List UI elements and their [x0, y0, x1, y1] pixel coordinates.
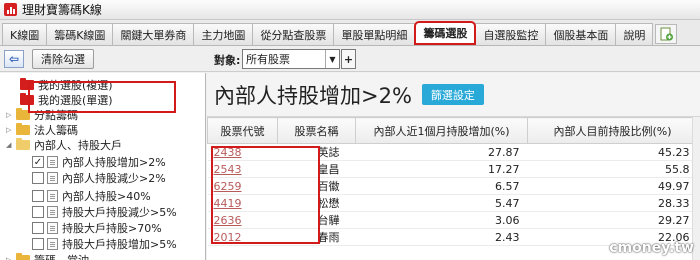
tree-item-label: 法人籌碼 [34, 124, 78, 137]
folder-icon [16, 123, 30, 135]
document-icon [47, 238, 58, 250]
tree-item-label: 持股大戶持股>70% [62, 222, 162, 235]
tree-item-insider-increase[interactable]: ✓ 內部人持股增加>2% [32, 155, 166, 169]
tree-item-big-holder-over-70[interactable]: 持股大戶持股>70% [32, 221, 162, 235]
insider-increase-value: 3.06 [355, 211, 528, 229]
insider-increase-value: 6.57 [355, 177, 528, 195]
folder-icon [16, 253, 30, 260]
checkbox[interactable] [32, 222, 44, 234]
insider-increase-value: 2.43 [355, 228, 528, 246]
tree-item-big-holder-increase[interactable]: 持股大戶持股增加>5% [32, 237, 177, 251]
tree-item-label: 籌碼、當沖 [34, 252, 89, 260]
tree-item-label: 持股大戶持股減少>5% [62, 206, 177, 219]
vertical-scrollbar[interactable] [692, 117, 700, 260]
tab-chip-screening[interactable]: 籌碼選股 [414, 21, 477, 45]
checkbox[interactable] [32, 172, 44, 184]
open-folder-icon [16, 138, 30, 150]
tree-item-label: 內部人持股減少>2% [62, 172, 166, 185]
tab-branch-stocks[interactable]: 從分點查股票 [252, 23, 335, 45]
tree-item-label: 內部人、持股大戶 [34, 139, 122, 152]
tree-item-insiders[interactable]: ◢ 內部人、持股大戶 [6, 138, 122, 152]
table-header-row: 股票代號 股票名稱 內部人近1個月持股增加(%) 內部人目前持股比例(%) [207, 117, 698, 144]
tree-item-label: 內部人持股增加>2% [62, 156, 166, 169]
title-bar: 理財寶籌碼K線 [0, 0, 700, 20]
tab-kline[interactable]: K線圖 [2, 23, 48, 45]
tab-help[interactable]: 說明 [615, 23, 654, 45]
check-icon: ✓ [33, 156, 43, 168]
expand-icon[interactable]: ▷ [6, 111, 16, 119]
checkbox[interactable] [32, 238, 44, 250]
column-header-ratio[interactable]: 內部人目前持股比例(%) [527, 117, 698, 144]
watermark: cmoney.tw [609, 240, 694, 256]
tab-key-broker[interactable]: 關鍵大單券商 [112, 23, 195, 45]
checkbox[interactable] [32, 206, 44, 218]
expand-icon[interactable]: ▷ [6, 126, 16, 134]
tab-fundamentals[interactable]: 個股基本面 [545, 23, 617, 45]
expand-icon[interactable]: ▷ [6, 256, 16, 260]
insider-ratio-value: 45.23 [527, 143, 698, 161]
tree-item-insider-over-40[interactable]: 內部人持股>40% [32, 189, 151, 203]
tab-single-stock-detail[interactable]: 單股單點明細 [333, 23, 416, 45]
document-icon [47, 206, 58, 218]
tree-item-chips-daytrade[interactable]: ▷ 籌碼、當沖 [6, 253, 89, 260]
app-icon [4, 3, 17, 16]
back-button[interactable]: ⇦ [4, 50, 24, 68]
document-icon [47, 172, 58, 184]
column-header-name[interactable]: 股票名稱 [277, 117, 356, 144]
insider-ratio-value: 55.8 [527, 160, 698, 178]
tree-item-label: 內部人持股>40% [62, 190, 151, 203]
document-icon [47, 222, 58, 234]
tab-main-force-map[interactable]: 主力地圖 [193, 23, 254, 45]
tree-item-institutional[interactable]: ▷ 法人籌碼 [6, 123, 78, 137]
tab-strip: K線圖 籌碼K線圖 關鍵大單券商 主力地圖 從分點查股票 單股單點明細 籌碼選股… [0, 20, 700, 46]
add-target-button[interactable]: + [341, 49, 356, 69]
result-header: 內部人持股增加>2% 篩選設定 [207, 73, 700, 117]
column-header-increase[interactable]: 內部人近1個月持股增加(%) [355, 117, 528, 144]
tab-watchlist-monitor[interactable]: 自選股監控 [475, 23, 547, 45]
new-page-icon [660, 27, 673, 41]
toolbar: ⇦ 清除勾選 對象: 所有股票 ▼ + [0, 46, 700, 72]
tree-item-label: 持股大戶持股增加>5% [62, 238, 177, 251]
tab-chip-kline[interactable]: 籌碼K線圖 [46, 23, 114, 45]
insider-increase-value: 27.87 [355, 143, 528, 161]
target-select-value: 所有股票 [246, 53, 290, 66]
target-label: 對象: [214, 54, 241, 67]
chevron-down-icon: ▼ [325, 50, 339, 68]
insider-ratio-value: 28.33 [527, 194, 698, 212]
document-icon [47, 156, 58, 168]
add-tab-button[interactable] [655, 24, 678, 44]
filter-settings-button[interactable]: 篩選設定 [421, 84, 484, 105]
window-title: 理財寶籌碼K線 [22, 3, 102, 17]
insider-ratio-value: 49.97 [527, 177, 698, 195]
tree-item-insider-decrease[interactable]: 內部人持股減少>2% [32, 171, 166, 185]
stock-list-highlight-box [211, 146, 320, 244]
checkbox[interactable] [32, 190, 44, 202]
document-icon [47, 190, 58, 202]
page-title: 內部人持股增加>2% [214, 83, 412, 108]
checkbox[interactable]: ✓ [32, 156, 44, 168]
target-select[interactable]: 所有股票 ▼ [242, 49, 340, 69]
insider-increase-value: 17.27 [355, 160, 528, 178]
insider-increase-value: 5.47 [355, 194, 528, 212]
column-header-code[interactable]: 股票代號 [207, 117, 278, 144]
insider-ratio-value: 29.27 [527, 211, 698, 229]
tree-item-big-holder-decrease[interactable]: 持股大戶持股減少>5% [32, 205, 177, 219]
clear-selection-button[interactable]: 清除勾選 [32, 49, 94, 69]
selection-highlight-box [28, 81, 176, 113]
left-arrow-icon: ⇦ [8, 52, 20, 66]
collapse-icon[interactable]: ◢ [6, 141, 16, 149]
